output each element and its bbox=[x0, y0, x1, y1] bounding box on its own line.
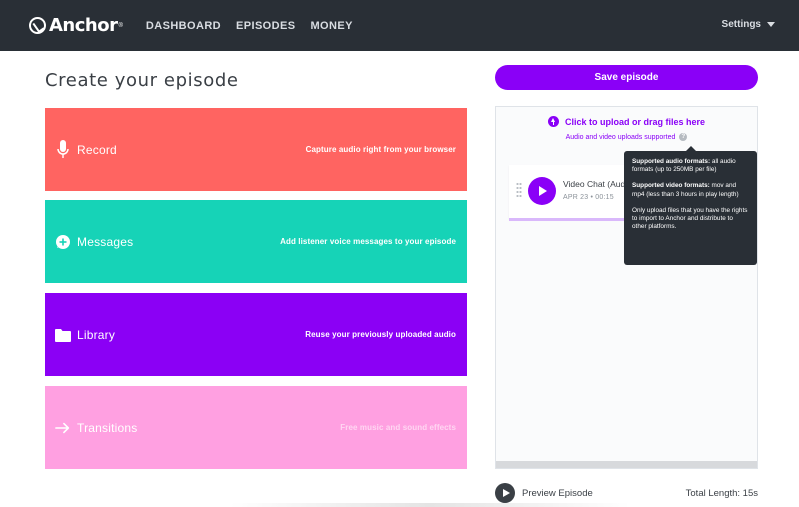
bottom-divider bbox=[230, 503, 630, 507]
page-title: Create your episode bbox=[45, 70, 239, 91]
main-nav: DASHBOARD EPISODES MONEY bbox=[146, 20, 368, 32]
upload-link[interactable]: Click to upload or drag files here bbox=[496, 116, 757, 127]
top-nav-bar: Anchor ® DASHBOARD EPISODES MONEY Settin… bbox=[0, 0, 799, 51]
transitions-label: Transitions bbox=[77, 420, 138, 435]
segment-play-button[interactable] bbox=[528, 177, 556, 205]
preview-episode-label: Preview Episode bbox=[522, 487, 593, 499]
play-icon bbox=[539, 186, 547, 196]
nav-item-episodes[interactable]: EPISODES bbox=[236, 20, 295, 32]
brand-name: Anchor bbox=[49, 15, 118, 36]
record-label: Record bbox=[77, 142, 117, 157]
chevron-down-icon bbox=[767, 22, 775, 27]
message-icon bbox=[55, 234, 71, 250]
panel-bottom-bar bbox=[496, 461, 757, 468]
record-card[interactable]: Record Capture audio right from your bro… bbox=[45, 108, 467, 191]
preview-episode-button[interactable]: Preview Episode bbox=[495, 483, 593, 503]
upload-label: Click to upload or drag files here bbox=[564, 116, 706, 127]
transitions-description: Free music and sound effects bbox=[340, 423, 456, 432]
upload-icon bbox=[547, 116, 559, 127]
formats-label: Audio and video uploads supported bbox=[565, 133, 676, 141]
tooltip-audio-heading: Supported audio formats: bbox=[632, 158, 711, 165]
supported-formats-tooltip: Supported audio formats: all audio forma… bbox=[624, 146, 757, 265]
anchor-logo-icon bbox=[29, 17, 46, 34]
messages-label: Messages bbox=[77, 234, 134, 249]
microphone-icon bbox=[55, 139, 71, 160]
upload-formats-note: Audio and video uploads supported ? bbox=[496, 133, 757, 141]
info-icon[interactable]: ? bbox=[679, 133, 688, 141]
transitions-card[interactable]: Transitions Free music and sound effects bbox=[45, 386, 467, 469]
messages-description: Add listener voice messages to your epis… bbox=[280, 237, 456, 246]
messages-card[interactable]: Messages Add listener voice messages to … bbox=[45, 200, 467, 283]
library-card[interactable]: Library Reuse your previously uploaded a… bbox=[45, 293, 467, 376]
tooltip-video-heading: Supported video formats: bbox=[632, 182, 710, 190]
folder-icon bbox=[55, 328, 71, 342]
nav-item-dashboard[interactable]: DASHBOARD bbox=[146, 20, 221, 32]
library-description: Reuse your previously uploaded audio bbox=[305, 330, 456, 339]
segment-meta: APR 23 • 00:15 bbox=[563, 194, 614, 201]
segment-title: Video Chat (Aud bbox=[563, 179, 625, 189]
nav-item-money[interactable]: MONEY bbox=[310, 20, 352, 32]
tooltip-audio: Supported audio formats: all audio forma… bbox=[632, 158, 749, 174]
anchor-logo[interactable]: Anchor ® bbox=[29, 15, 123, 36]
preview-play-icon bbox=[495, 483, 515, 503]
play-triangle-icon bbox=[502, 489, 510, 497]
settings-menu[interactable]: Settings bbox=[722, 19, 775, 30]
library-label: Library bbox=[77, 327, 116, 342]
settings-label: Settings bbox=[721, 19, 761, 30]
registered-mark: ® bbox=[118, 22, 123, 29]
arrow-right-icon bbox=[55, 421, 71, 435]
total-length: Total Length: 15s bbox=[685, 488, 758, 499]
record-description: Capture audio right from your browser bbox=[305, 145, 456, 154]
save-episode-button[interactable]: Save episode bbox=[495, 65, 758, 90]
tooltip-rights: Only upload files that you have the righ… bbox=[632, 206, 748, 231]
tooltip-video: Supported video formats: mov and mp4 (le… bbox=[632, 182, 749, 198]
drag-handle-icon[interactable] bbox=[516, 182, 522, 198]
segment-progress-bar bbox=[509, 218, 629, 221]
